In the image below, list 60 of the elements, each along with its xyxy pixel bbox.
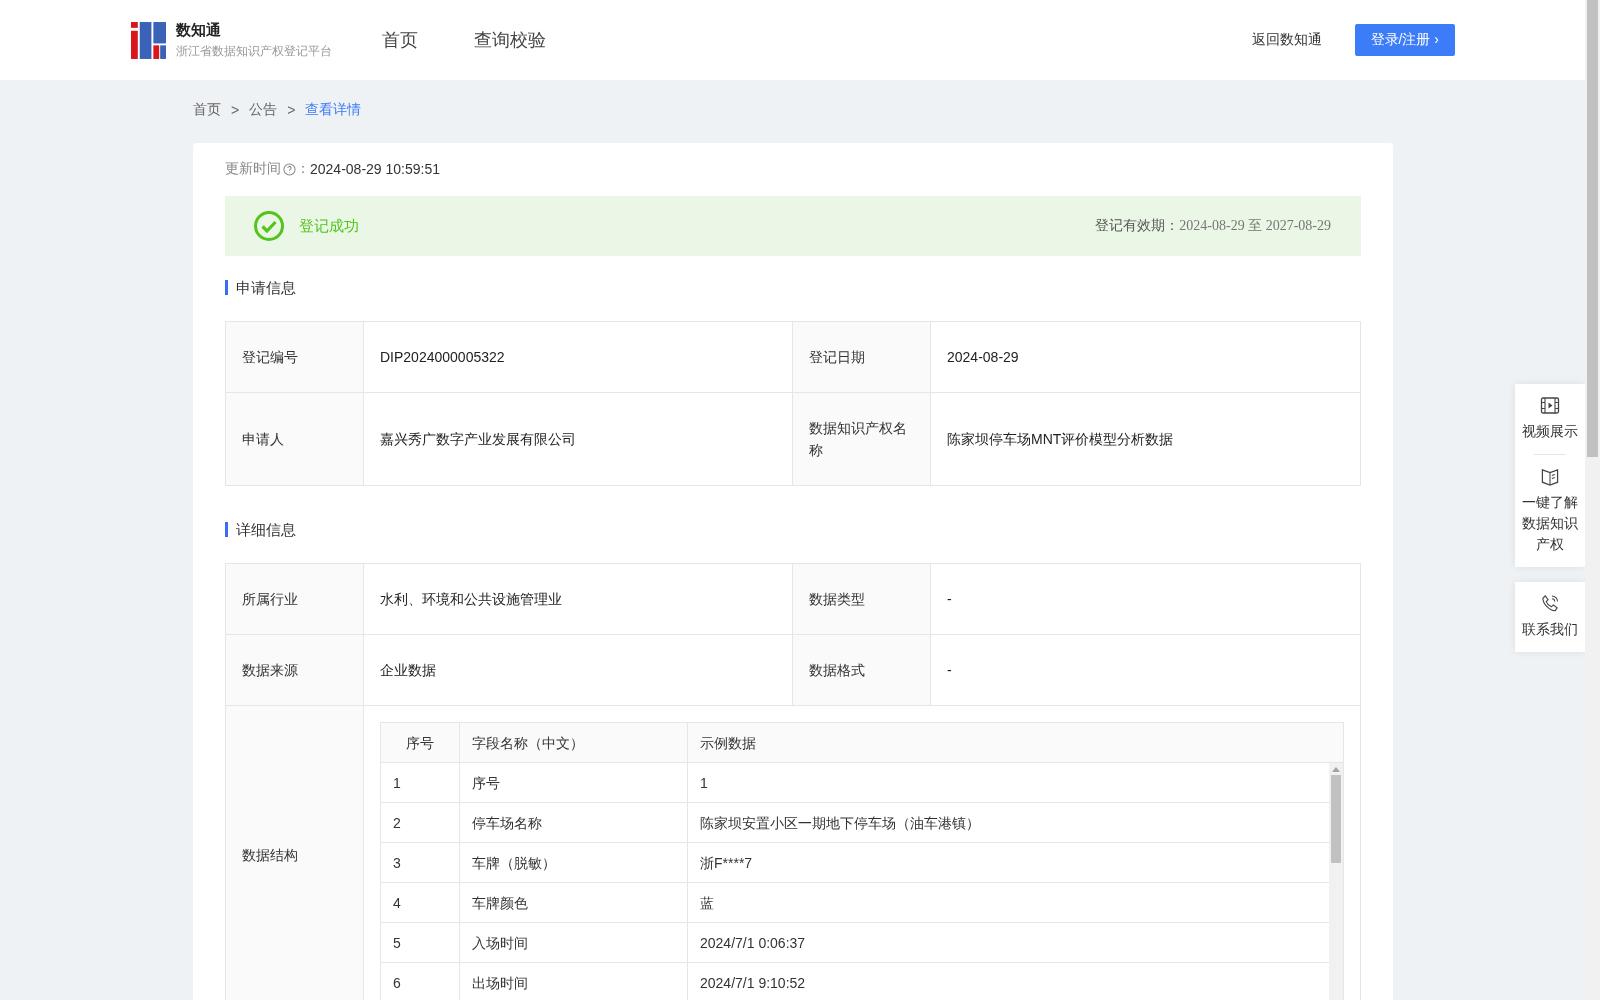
table-cell: 车牌（脱敏）	[459, 842, 688, 883]
check-circle-icon	[253, 210, 285, 242]
back-link[interactable]: 返回数知通	[1251, 31, 1322, 49]
table-cell: 3	[380, 842, 460, 883]
table-cell: 车牌颜色	[459, 882, 688, 923]
book-icon[interactable]	[1540, 467, 1560, 486]
field-value: -	[930, 563, 1361, 635]
field-label: 数据结构	[225, 705, 364, 1000]
column-header: 示例数据	[687, 722, 1344, 763]
field-label: 数据来源	[225, 634, 364, 706]
field-value: DIP2024000005322	[363, 321, 793, 393]
page-scrollbar[interactable]	[1585, 0, 1600, 1000]
breadcrumb-link[interactable]: 公告	[249, 100, 278, 119]
table-cell: 6	[380, 962, 460, 1000]
status-text: 登记成功	[299, 216, 359, 236]
table-cell: 停车场名称	[459, 802, 688, 843]
field-value: 企业数据	[363, 634, 793, 706]
side-tool-label[interactable]: 视频展示	[1522, 421, 1578, 442]
validity-period: 2024-08-29 至 2027-08-29	[1179, 217, 1331, 235]
field-value: 2024-08-29	[930, 321, 1361, 393]
breadcrumb-link[interactable]: 查看详情	[305, 100, 362, 119]
login-button[interactable]: 登录/注册 ›	[1354, 24, 1455, 56]
table-cell: 4	[380, 882, 460, 923]
logo-icon	[131, 21, 166, 59]
field-label: 登记编号	[225, 321, 364, 393]
field-label: 申请人	[225, 392, 364, 486]
field-value: 陈家坝停车场MNT评价模型分析数据	[930, 392, 1361, 486]
table-cell: 5	[380, 922, 460, 963]
breadcrumb-separator: >	[231, 101, 240, 118]
nav-link[interactable]: 查询校验	[474, 28, 546, 52]
table-cell: 1	[380, 762, 460, 803]
field-label: 数据类型	[792, 563, 931, 635]
section-title: 申请信息	[225, 280, 1361, 295]
update-label: 更新时间	[225, 160, 281, 178]
column-header: 序号	[380, 722, 460, 763]
phone-icon[interactable]	[1540, 594, 1560, 613]
field-label: 所属行业	[225, 563, 364, 635]
field-value: -	[930, 634, 1361, 706]
field-label: 登记日期	[792, 321, 931, 393]
update-time: 2024-08-29 10:59:51	[310, 161, 440, 177]
field-value: 嘉兴秀广数字产业发展有限公司	[363, 392, 793, 486]
field-label: 数据格式	[792, 634, 931, 706]
table-cell: 序号	[459, 762, 688, 803]
section-title: 详细信息	[225, 522, 1361, 537]
table-cell: 入场时间	[459, 922, 688, 963]
field-label: 数据知识产权名称	[792, 392, 931, 486]
colon: ：	[296, 160, 310, 178]
nav-link[interactable]: 首页	[382, 28, 418, 52]
field-value: 水利、环境和公共设施管理业	[363, 563, 793, 635]
side-tool-label[interactable]: 一键了解数据知识产权	[1522, 492, 1578, 555]
column-header: 字段名称（中文）	[459, 722, 688, 763]
scrollbar[interactable]	[1329, 763, 1343, 1000]
brand-subtitle: 浙江省数据知识产权登记平台	[176, 42, 332, 60]
brand-title: 数知通	[176, 20, 222, 40]
breadcrumb-link[interactable]: 首页	[193, 100, 221, 119]
breadcrumb-separator: >	[287, 101, 296, 118]
help-icon[interactable]	[283, 162, 296, 176]
validity-label: 登记有效期：	[1095, 217, 1180, 235]
table-cell: 2	[380, 802, 460, 843]
film-icon[interactable]	[1540, 396, 1560, 415]
